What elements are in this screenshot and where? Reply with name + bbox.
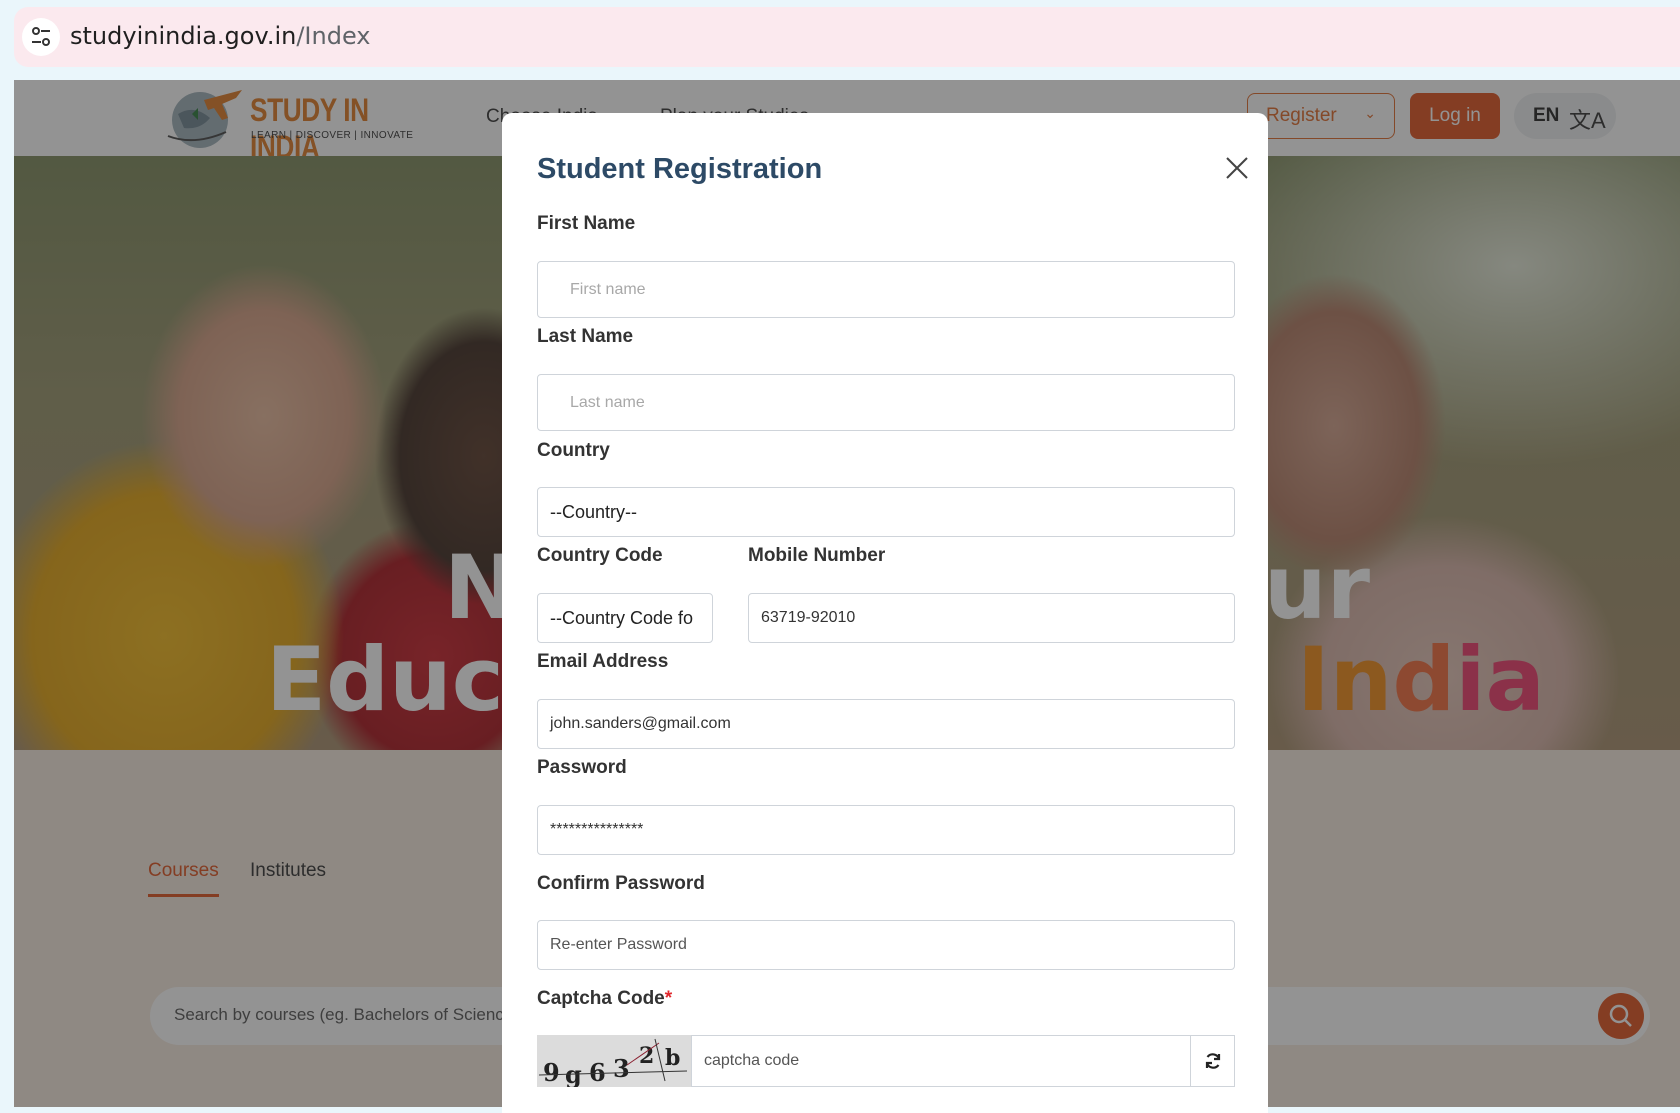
captcha-label: Captcha Code* bbox=[537, 988, 672, 1010]
country-code-label: Country Code bbox=[537, 545, 663, 566]
required-mark: * bbox=[664, 988, 673, 1009]
email-field[interactable]: john.sanders@gmail.com bbox=[537, 699, 1235, 749]
url-text[interactable]: studyinindia.gov.in/Index bbox=[70, 22, 370, 50]
url-domain: studyinindia.gov.in bbox=[70, 22, 297, 50]
country-code-select[interactable]: --Country Code fo bbox=[537, 593, 713, 643]
captcha-refresh-button[interactable] bbox=[1190, 1035, 1235, 1087]
confirm-password-placeholder: Re-enter Password bbox=[550, 936, 687, 953]
email-value: john.sanders@gmail.com bbox=[550, 715, 731, 732]
password-label: Password bbox=[537, 757, 627, 778]
mobile-number-value: 63719-92010 bbox=[761, 609, 856, 626]
modal-title: Student Registration bbox=[537, 153, 823, 185]
first-name-placeholder: First name bbox=[570, 280, 646, 298]
country-code-selected: --Country Code fo bbox=[550, 607, 694, 628]
refresh-icon bbox=[1205, 1053, 1220, 1069]
svg-text:6: 6 bbox=[589, 1058, 606, 1087]
country-label: Country bbox=[537, 440, 610, 461]
close-icon[interactable] bbox=[1224, 155, 1250, 181]
mobile-number-label: Mobile Number bbox=[748, 545, 886, 566]
confirm-password-field[interactable]: Re-enter Password bbox=[537, 920, 1235, 970]
last-name-field[interactable]: Last name bbox=[537, 374, 1235, 431]
student-registration-modal: Student Registration First Name First na… bbox=[502, 113, 1268, 1113]
last-name-label: Last Name bbox=[537, 326, 634, 347]
mobile-number-field[interactable]: 63719-92010 bbox=[748, 593, 1235, 643]
first-name-label: First Name bbox=[537, 213, 636, 234]
password-field[interactable]: *************** bbox=[537, 805, 1235, 855]
captcha-input[interactable]: captcha code bbox=[691, 1035, 1191, 1087]
captcha-label-text: Captcha Code bbox=[537, 988, 665, 1009]
browser-address-bar[interactable]: studyinindia.gov.in/Index bbox=[14, 7, 1680, 67]
country-selected: --Country-- bbox=[550, 501, 638, 522]
email-label: Email Address bbox=[537, 651, 669, 672]
site-info-icon[interactable] bbox=[22, 18, 60, 56]
last-name-placeholder: Last name bbox=[570, 393, 645, 411]
svg-text:b: b bbox=[665, 1045, 680, 1071]
confirm-password-label: Confirm Password bbox=[537, 873, 705, 894]
captcha-image: 9 g 6 3 2 b bbox=[537, 1035, 691, 1087]
country-select[interactable]: --Country-- bbox=[537, 487, 1235, 537]
first-name-field[interactable]: First name bbox=[537, 261, 1235, 318]
password-value: *************** bbox=[550, 821, 644, 838]
svg-text:9: 9 bbox=[543, 1058, 560, 1087]
svg-text:2: 2 bbox=[639, 1043, 654, 1069]
url-path: /Index bbox=[296, 22, 371, 50]
svg-text:3: 3 bbox=[613, 1054, 630, 1083]
